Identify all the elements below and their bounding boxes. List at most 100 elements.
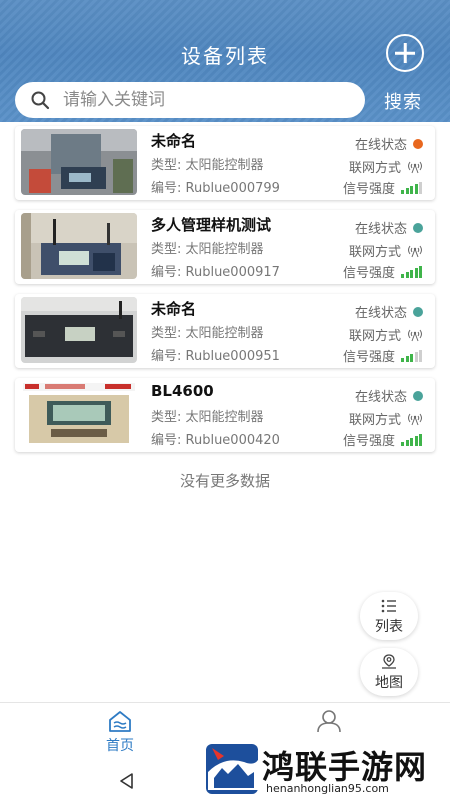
signal-label: 信号强度	[342, 182, 395, 197]
device-list: 未命名 类型: 太阳能控制器 编号: Rublue000799 在线状态 联网方…	[15, 126, 435, 462]
antenna-icon	[408, 245, 422, 257]
signal-bar	[419, 433, 422, 446]
antenna-icon	[408, 413, 422, 425]
antenna-icon	[408, 161, 422, 173]
signal-bar	[419, 349, 422, 362]
signal-strength: 信号强度	[343, 262, 423, 281]
watermark-logo-icon	[206, 744, 258, 794]
signal-strength: 信号强度	[343, 346, 423, 365]
signal-bar	[410, 353, 413, 362]
network-label: 联网方式	[348, 413, 401, 428]
network-mode: 联网方式	[349, 409, 423, 428]
signal-label: 信号强度	[342, 350, 395, 365]
list-icon	[381, 599, 396, 613]
signal-bar	[401, 273, 404, 278]
device-serial: 编号: Rublue000799	[151, 181, 280, 196]
signal-bar	[405, 187, 409, 194]
signal-bar	[405, 439, 409, 446]
signal-bar	[401, 357, 404, 362]
signal-bar	[410, 185, 413, 194]
device-type: 类型: 太阳能控制器	[151, 410, 264, 425]
no-more-data-text: 没有更多数据	[179, 472, 270, 490]
device-photo	[21, 213, 137, 279]
signal-bar	[419, 181, 422, 194]
header: 设备列表 搜索	[0, 0, 450, 122]
signal-strength: 信号强度	[343, 178, 423, 197]
user-icon	[317, 710, 341, 733]
device-serial: 编号: Rublue000917	[151, 265, 280, 280]
signal-strength: 信号强度	[343, 430, 423, 449]
signal-label: 信号强度	[342, 266, 395, 281]
status-dot	[413, 306, 423, 317]
signal-bars-icon	[401, 181, 423, 194]
device-photo	[21, 129, 137, 195]
device-name: 多人管理样机测试	[151, 216, 272, 234]
signal-bars-icon	[401, 349, 423, 362]
page-title: 设备列表	[181, 44, 269, 68]
signal-bar	[414, 267, 418, 278]
network-label: 联网方式	[348, 329, 401, 344]
map-view-label: 地图	[375, 675, 403, 691]
status-dot	[413, 390, 423, 401]
signal-bar	[401, 189, 404, 194]
back-triangle-icon[interactable]	[118, 772, 136, 790]
online-status: 在线状态	[355, 218, 423, 237]
signal-bar	[410, 437, 413, 446]
status-dot	[413, 222, 423, 233]
signal-bar	[405, 355, 409, 362]
watermark: 鸿联手游网 henanhonglian95.com	[200, 740, 450, 800]
network-label: 联网方式	[348, 245, 401, 260]
signal-bar	[405, 271, 409, 278]
device-card[interactable]: BL4600 类型: 太阳能控制器 编号: Rublue000420 在线状态 …	[15, 378, 435, 452]
search-bar[interactable]	[15, 82, 365, 118]
device-list-screen: 设备列表 搜索 未命名 类型: 太阳能控制器 编号: Ru	[0, 0, 450, 800]
device-serial: 编号: Rublue000420	[151, 433, 280, 448]
signal-bars-icon	[401, 265, 423, 278]
online-status: 在线状态	[355, 302, 423, 321]
signal-bar	[414, 183, 418, 194]
tab-profile[interactable]	[294, 709, 364, 733]
device-name: BL4600	[151, 382, 214, 400]
device-name: 未命名	[151, 132, 197, 150]
device-type: 类型: 太阳能控制器	[151, 242, 264, 257]
device-name: 未命名	[151, 300, 197, 318]
home-icon	[109, 711, 131, 732]
signal-bar	[414, 351, 418, 362]
signal-bar	[401, 441, 404, 446]
signal-bar	[419, 265, 422, 278]
add-device-button[interactable]	[386, 34, 424, 72]
search-button[interactable]: 搜索	[384, 88, 422, 114]
network-mode: 联网方式	[349, 325, 423, 344]
status-label: 在线状态	[354, 138, 407, 153]
watermark-url: henanhonglian95.com	[266, 782, 389, 795]
status-label: 在线状态	[354, 222, 407, 237]
tab-home[interactable]: 首页	[85, 709, 155, 755]
status-label: 在线状态	[354, 306, 407, 321]
device-card[interactable]: 多人管理样机测试 类型: 太阳能控制器 编号: Rublue000917 在线状…	[15, 210, 435, 284]
signal-bar	[410, 269, 413, 278]
list-view-label: 列表	[375, 619, 403, 635]
device-type: 类型: 太阳能控制器	[151, 158, 264, 173]
status-label: 在线状态	[354, 390, 407, 405]
map-pin-icon	[382, 654, 396, 669]
device-type: 类型: 太阳能控制器	[151, 326, 264, 341]
network-label: 联网方式	[348, 161, 401, 176]
search-input[interactable]	[63, 86, 353, 114]
device-photo	[21, 381, 137, 447]
network-mode: 联网方式	[349, 241, 423, 260]
online-status: 在线状态	[355, 386, 423, 405]
device-card[interactable]: 未命名 类型: 太阳能控制器 编号: Rublue000951 在线状态 联网方…	[15, 294, 435, 368]
map-view-button[interactable]: 地图	[360, 648, 418, 696]
antenna-icon	[408, 329, 422, 341]
network-mode: 联网方式	[349, 157, 423, 176]
device-photo	[21, 297, 137, 363]
device-card[interactable]: 未命名 类型: 太阳能控制器 编号: Rublue000799 在线状态 联网方…	[15, 126, 435, 200]
status-dot	[413, 138, 423, 149]
tab-home-label: 首页	[106, 738, 134, 754]
signal-label: 信号强度	[342, 434, 395, 449]
signal-bars-icon	[401, 433, 423, 446]
device-serial: 编号: Rublue000951	[151, 349, 280, 364]
search-icon	[31, 91, 50, 110]
online-status: 在线状态	[355, 134, 423, 153]
list-view-button[interactable]: 列表	[360, 592, 418, 640]
